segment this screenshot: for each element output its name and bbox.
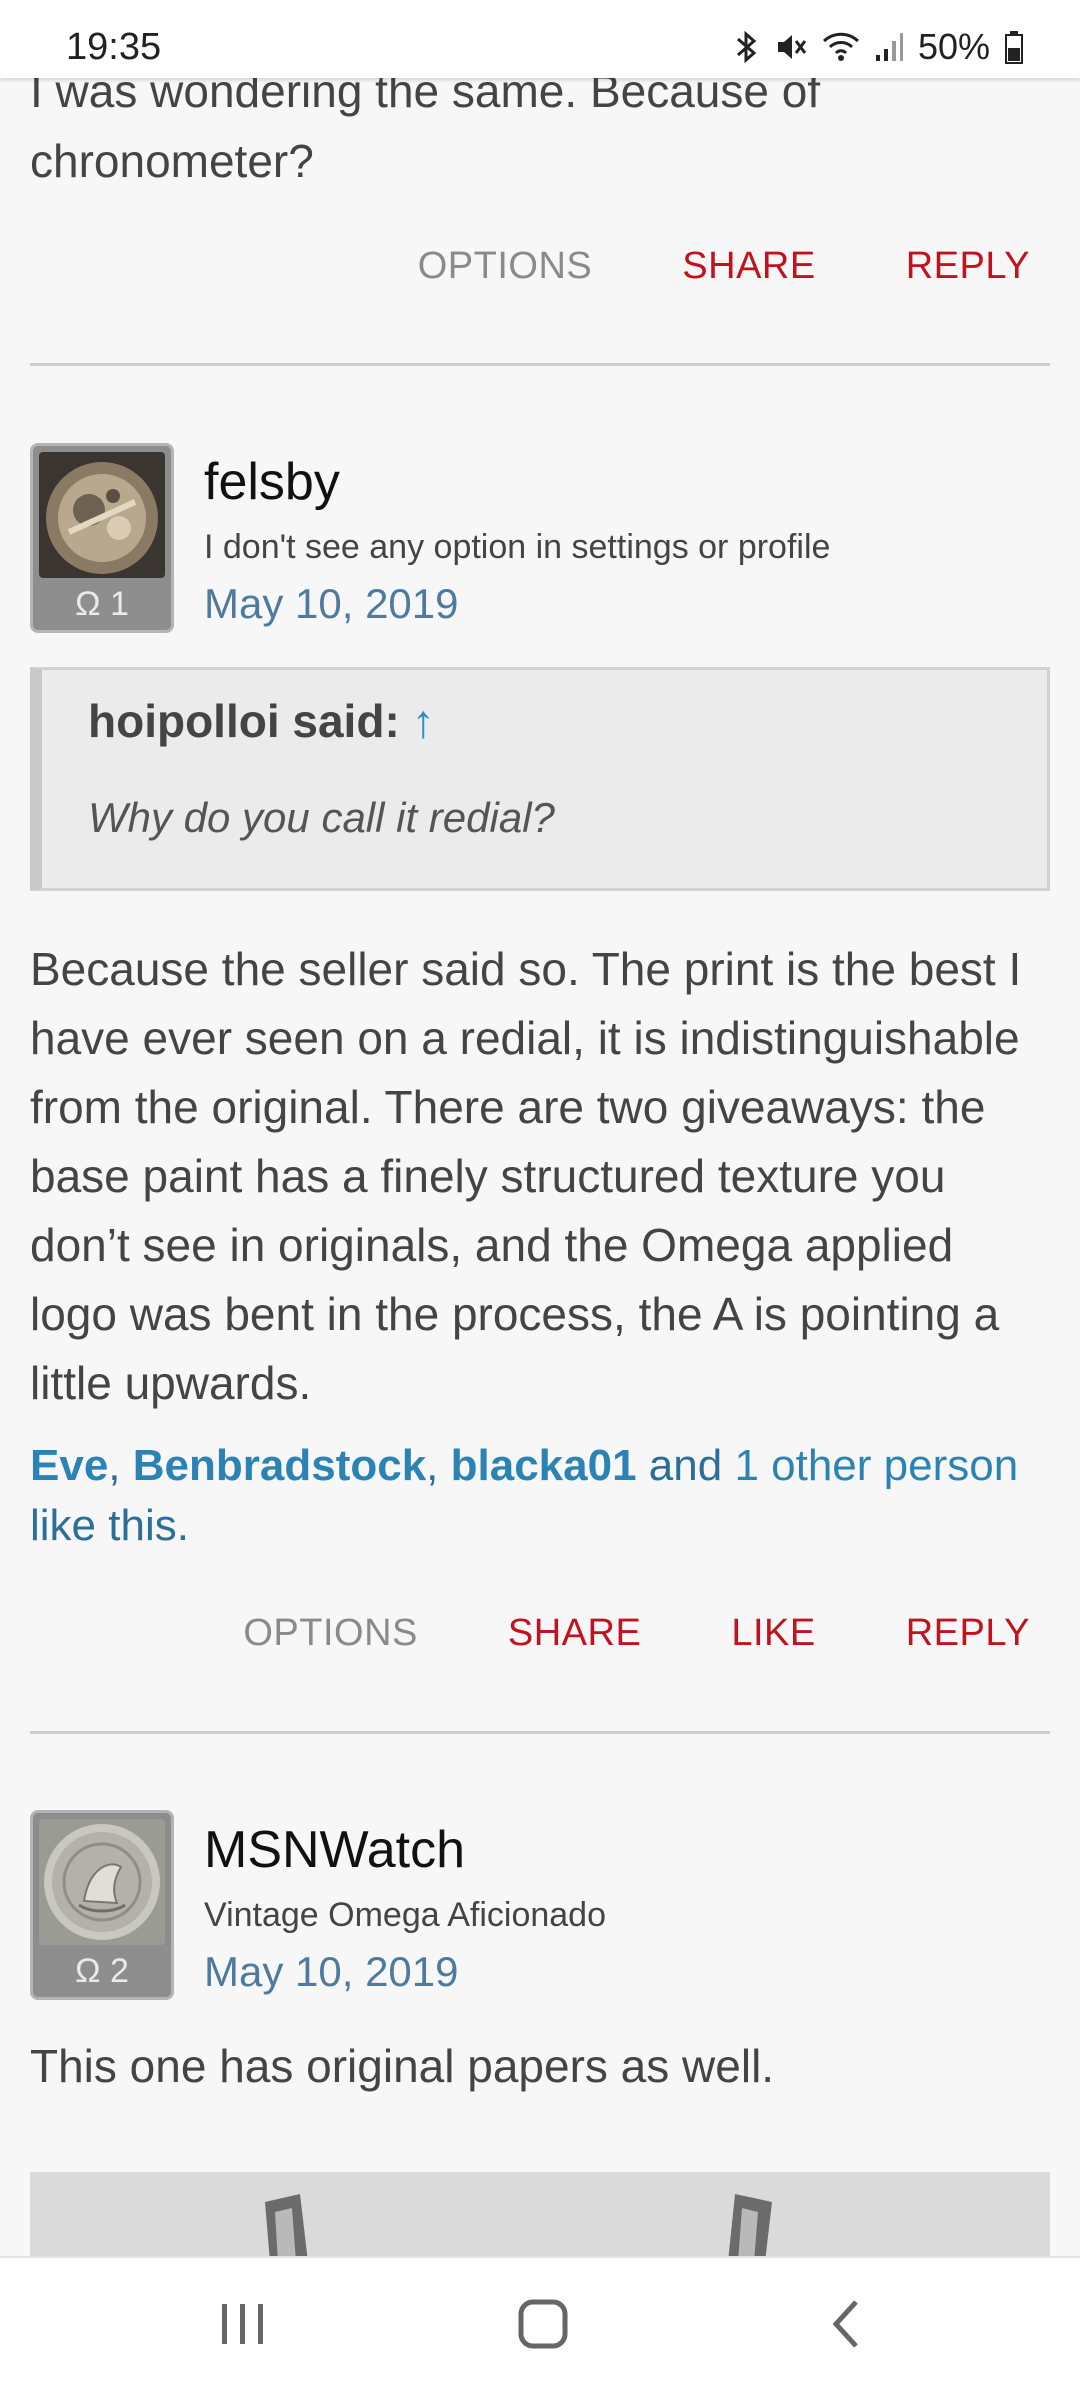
avatar-image	[39, 1819, 165, 1945]
likes-and: and	[636, 1441, 735, 1490]
post-body: This one has original papers as well.	[30, 2040, 775, 2092]
status-time: 19:35	[66, 26, 162, 68]
likes-separator: ,	[426, 1441, 451, 1490]
rank-badge: Ω 1	[33, 578, 171, 630]
system-nav-bar	[0, 2256, 1080, 2400]
previous-post-line: chronometer?	[30, 135, 314, 187]
share-button[interactable]: SHARE	[463, 1612, 686, 1655]
author-name[interactable]: MSNWatch	[204, 1820, 465, 1880]
battery-text: 50%	[917, 26, 990, 67]
like-user-link[interactable]: blacka01	[451, 1441, 637, 1490]
signal-icon	[874, 31, 904, 63]
reply-button[interactable]: REPLY	[861, 1612, 1050, 1655]
like-user-link[interactable]: Eve	[30, 1441, 108, 1490]
battery-icon	[1004, 30, 1024, 64]
quote-author: hoipolloi said:	[88, 695, 400, 747]
quote-header[interactable]: hoipolloi said: ↑	[88, 694, 435, 748]
mute-icon	[774, 30, 808, 64]
bluetooth-icon	[734, 29, 760, 65]
post-actions: OPTIONS SHARE LIKE REPLY	[198, 1612, 1050, 1655]
user-title: I don't see any option in settings or pr…	[204, 528, 831, 566]
options-button[interactable]: OPTIONS	[198, 1612, 463, 1655]
likes-suffix: like this.	[30, 1501, 189, 1550]
rank-badge: Ω 2	[33, 1945, 171, 1997]
share-button[interactable]: SHARE	[637, 245, 860, 288]
back-icon[interactable]	[826, 2298, 866, 2355]
like-button[interactable]: LIKE	[686, 1612, 860, 1655]
likes-others-link[interactable]: 1 other person	[734, 1441, 1018, 1490]
quote-text: Why do you call it redial?	[88, 794, 555, 841]
arrow-up-icon[interactable]: ↑	[412, 695, 435, 747]
quote-block: hoipolloi said: ↑ Why do you call it redi…	[30, 667, 1050, 891]
wifi-icon	[822, 31, 860, 63]
user-title: Vintage Omega Aficionado	[204, 1896, 606, 1934]
thread-content: I was wondering the same. Because of chr…	[0, 0, 1080, 2256]
post-divider	[30, 1731, 1050, 1734]
avatar-image	[39, 452, 165, 578]
post-date[interactable]: May 10, 2019	[204, 1948, 459, 1996]
avatar[interactable]: Ω 2	[30, 1810, 174, 2000]
reply-button[interactable]: REPLY	[861, 245, 1050, 288]
author-name[interactable]: felsby	[204, 452, 340, 512]
home-icon[interactable]	[517, 2298, 569, 2355]
avatar[interactable]: Ω 1	[30, 443, 174, 633]
likes-summary: Eve, Benbradstock, blacka01 and 1 other …	[30, 1436, 1060, 1556]
likes-separator: ,	[108, 1441, 133, 1490]
options-button[interactable]: OPTIONS	[373, 245, 638, 288]
status-icons: 50%	[734, 26, 1024, 68]
post-body: Because the seller said so. The print is…	[30, 943, 1022, 1409]
previous-post-actions: OPTIONS SHARE REPLY	[373, 245, 1050, 288]
status-bar: 19:35 50%	[0, 0, 1080, 78]
recent-apps-icon[interactable]	[218, 2298, 268, 2355]
attached-photo[interactable]	[30, 2172, 1050, 2256]
like-user-link[interactable]: Benbradstock	[133, 1441, 426, 1490]
post-divider	[30, 363, 1050, 366]
post-date[interactable]: May 10, 2019	[204, 580, 459, 628]
